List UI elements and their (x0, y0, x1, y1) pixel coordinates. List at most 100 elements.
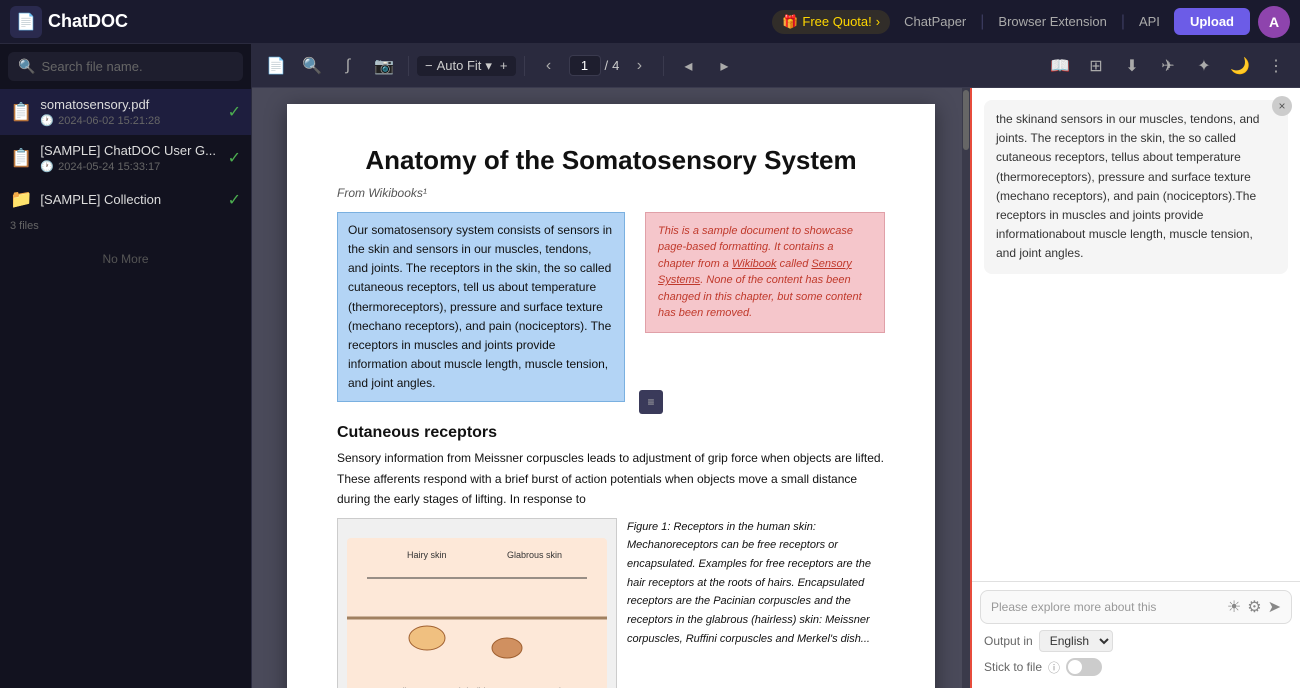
pdf-icon-1: 📋 (10, 102, 32, 123)
send-icon[interactable]: ➤ (1268, 597, 1281, 617)
promo-text: Free Quota! (802, 14, 871, 29)
pdf-page: Anatomy of the Somatosensory System From… (287, 104, 935, 688)
scrollbar-thumb[interactable] (963, 90, 969, 150)
sidebar-search-container: 🔍 (8, 52, 243, 81)
clock-icon-1: 🕐 (40, 114, 54, 127)
sidebar: 🔍 📋 somatosensory.pdf 🕐 2024-06-02 15:21… (0, 44, 252, 688)
share-button[interactable]: ✈ (1152, 50, 1184, 82)
book-view-button[interactable]: 📖 (1044, 50, 1076, 82)
prev-nav-button[interactable]: ◂ (672, 50, 704, 82)
more-options-button[interactable]: ⋮ (1260, 50, 1292, 82)
pdf-chat-area: Anatomy of the Somatosensory System From… (252, 88, 1300, 688)
collection-check: ✓ (228, 190, 241, 210)
info-icon: ⓘ (1048, 659, 1060, 676)
page-separator: / (605, 58, 609, 73)
ai-button[interactable]: ✦ (1188, 50, 1220, 82)
chat-input-area: ☀ ⚙ ➤ Output in English Stick to file (972, 581, 1300, 688)
file-1-content: somatosensory.pdf 🕐 2024-06-02 15:21:28 (40, 97, 219, 127)
stick-label: Stick to file (984, 660, 1042, 674)
collection-title: [SAMPLE] Collection (40, 192, 161, 207)
zoom-minus-icon: − (425, 58, 433, 73)
figure-row: Hairy skin Glabrous skin Free nerve endi… (337, 518, 885, 688)
skin-diagram: Hairy skin Glabrous skin Free nerve endi… (347, 538, 607, 688)
search-input[interactable] (41, 59, 233, 74)
clock-icon-2: 🕐 (40, 160, 54, 173)
note-italic-text: This is a sample document to showcase pa… (658, 225, 862, 320)
page-control: / 4 (569, 55, 620, 76)
api-link[interactable]: API (1133, 14, 1166, 29)
avatar[interactable]: A (1258, 6, 1290, 38)
chat-input-row: ☀ ⚙ ➤ (980, 590, 1292, 624)
output-label: Output in (984, 634, 1033, 648)
zoom-dropdown-icon: ▾ (485, 58, 492, 74)
chat-messages: × the skinand sensors in our muscles, te… (972, 88, 1300, 581)
pdf-float-row: Our somatosensory system consists of sen… (337, 212, 885, 411)
pdf-body-text-1: Sensory information from Meissner corpus… (337, 448, 885, 509)
search-icon: 🔍 (18, 58, 35, 75)
pdf-icon-2: 📋 (10, 148, 32, 169)
next-nav-button[interactable]: ▸ (708, 50, 740, 82)
pdf-canvas[interactable]: Anatomy of the Somatosensory System From… (252, 88, 970, 688)
prev-page-button[interactable]: ‹ (533, 50, 565, 82)
file-1-date: 🕐 2024-06-02 15:21:28 (40, 114, 219, 127)
sidebar-item-file-2[interactable]: 📋 [SAMPLE] ChatDOC User G... 🕐 2024-05-2… (0, 135, 251, 181)
file-1-title: somatosensory.pdf (40, 97, 219, 112)
file-2-check: ✓ (228, 148, 241, 168)
chat-panel: × the skinand sensors in our muscles, te… (970, 88, 1300, 688)
folder-icon: 📁 (10, 189, 32, 210)
screenshot-button[interactable]: 📷 (368, 50, 400, 82)
download-button[interactable]: ⬇ (1116, 50, 1148, 82)
file-view-button[interactable]: 📄 (260, 50, 292, 82)
file-2-title: [SAMPLE] ChatDOC User G... (40, 143, 219, 158)
chatpaper-link[interactable]: ChatPaper (898, 14, 972, 29)
drag-handle-icon: ≡ (639, 390, 663, 414)
sidebar-collection[interactable]: 📁 [SAMPLE] Collection ✓ (0, 181, 251, 218)
pdf-toolbar: 📄 🔍 ∫ 📷 − Auto Fit ▾ + ‹ / 4 › ◂ ▸ (252, 44, 1300, 88)
main-layout: 🔍 📋 somatosensory.pdf 🕐 2024-06-02 15:21… (0, 44, 1300, 688)
pdf-wikibooks: From Wikibooks¹ (337, 186, 885, 200)
svg-text:Hairy skin: Hairy skin (407, 550, 447, 560)
next-page-button[interactable]: › (623, 50, 655, 82)
stick-to-file-row: Stick to file ⓘ (980, 654, 1292, 680)
toolbar-separator (408, 56, 409, 76)
stick-toggle[interactable] (1066, 658, 1102, 676)
promo-icon: 🎁 (782, 14, 798, 30)
zoom-control[interactable]: − Auto Fit ▾ + (417, 56, 516, 76)
promo-banner[interactable]: 🎁 Free Quota! › (772, 10, 890, 34)
sidebar-item-file-1[interactable]: 📋 somatosensory.pdf 🕐 2024-06-02 15:21:2… (0, 89, 251, 135)
file-1-check: ✓ (228, 102, 241, 122)
zoom-plus-icon: + (500, 58, 508, 73)
collection-files-count: 3 files (0, 218, 251, 238)
dark-mode-button[interactable]: 🌙 (1224, 50, 1256, 82)
close-button[interactable]: × (1272, 96, 1292, 116)
app-name: ChatDOC (48, 11, 128, 32)
close-icon: × (1278, 99, 1285, 113)
promo-arrow-icon: › (876, 14, 880, 29)
page-number-input[interactable] (569, 55, 601, 76)
zoom-label: Auto Fit (437, 58, 482, 73)
output-language-row: Output in English (980, 624, 1292, 654)
browser-extension-link[interactable]: Browser Extension (992, 14, 1112, 29)
brightness-icon[interactable]: ☀ (1227, 597, 1241, 617)
grid-view-button[interactable]: ⊞ (1080, 50, 1112, 82)
logo-area: 📄 ChatDOC (10, 6, 128, 38)
pdf-section-cutaneous: Cutaneous receptors (337, 424, 885, 442)
settings-icon[interactable]: ⚙ (1247, 597, 1261, 617)
output-language-select[interactable]: English (1039, 630, 1113, 652)
upload-button[interactable]: Upload (1174, 8, 1250, 35)
app-logo-icon: 📄 (10, 6, 42, 38)
search-pdf-button[interactable]: 🔍 (296, 50, 328, 82)
content-area: 📄 🔍 ∫ 📷 − Auto Fit ▾ + ‹ / 4 › ◂ ▸ (252, 44, 1300, 688)
scrollbar-track[interactable] (962, 88, 970, 688)
svg-text:Glabrous skin: Glabrous skin (507, 550, 562, 560)
formula-button[interactable]: ∫ (332, 50, 364, 82)
toolbar-separator-2 (524, 56, 525, 76)
page-total: 4 (612, 58, 619, 73)
chat-panel-inner: × the skinand sensors in our muscles, te… (972, 88, 1300, 688)
chat-input[interactable] (991, 600, 1221, 614)
file-2-date: 🕐 2024-05-24 15:33:17 (40, 160, 219, 173)
figure-image: Hairy skin Glabrous skin Free nerve endi… (337, 518, 617, 688)
toolbar-separator-3 (663, 56, 664, 76)
toggle-knob (1068, 660, 1082, 674)
pdf-highlight-text[interactable]: Our somatosensory system consists of sen… (337, 212, 625, 403)
